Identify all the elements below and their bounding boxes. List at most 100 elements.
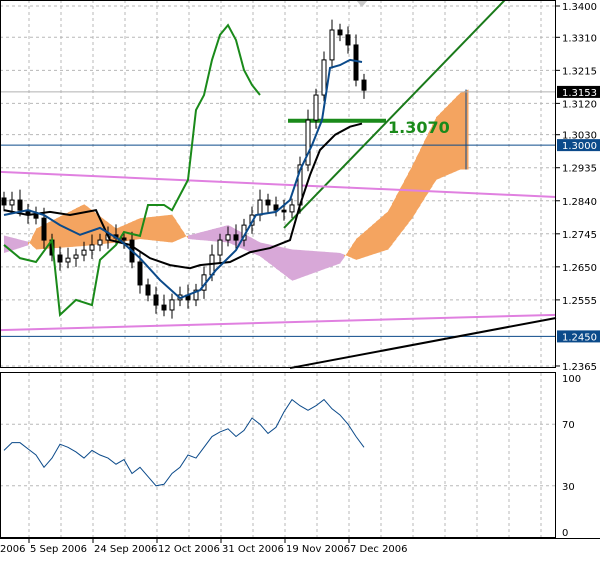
candle-bull: [169, 299, 175, 311]
oscillator-tick-label: 30: [562, 482, 575, 493]
candle-bear: [233, 234, 239, 241]
cloud-segment-bullish: [396, 188, 401, 240]
cloud-segment-bearish: [20, 239, 25, 248]
cloud-segment-bearish: [208, 229, 213, 242]
candle-bear: [17, 199, 23, 211]
cloud-segment-bearish: [324, 251, 329, 270]
price-badge-label: 1.3000: [562, 141, 597, 152]
cloud-segment-bullish: [364, 228, 369, 258]
price-tick-label: 1.2935: [562, 164, 597, 175]
cloud-segment-bearish: [256, 240, 261, 257]
cloud-segment-bullish: [80, 204, 85, 247]
candle-bear: [137, 261, 143, 286]
cloud-segment-bearish: [320, 251, 325, 271]
cloud-segment-bearish: [264, 243, 269, 263]
chart-window[interactable]: 1.3070 1.34001.33101.32151.31201.30301.2…: [0, 0, 600, 558]
cloud-segment-bearish: [328, 252, 333, 268]
cloud-segment-bullish: [160, 215, 165, 242]
time-tick-label: 12 Oct 2006: [158, 544, 220, 555]
cloud-segment-bearish: [292, 249, 297, 281]
candle-bear: [161, 304, 167, 311]
candle-bull: [97, 239, 103, 246]
cloud-segment-bearish: [300, 250, 305, 278]
cloud-segment-bullish: [84, 204, 89, 246]
cloud-segment-bullish: [404, 173, 409, 229]
price-tick-label: 1.2650: [562, 263, 597, 274]
candle-bear: [337, 29, 343, 36]
cloud-segment-bullish: [132, 219, 137, 241]
cloud-segment-bullish: [444, 105, 449, 177]
candle-bull: [289, 204, 295, 213]
oscillator-tick-label: 0: [562, 528, 568, 539]
price-tick-label: 1.2555: [562, 296, 597, 307]
cloud-segment-bullish: [456, 92, 461, 172]
cloud-segment-bullish: [368, 225, 373, 256]
candle-bear: [281, 209, 287, 213]
cloud-segment-bearish: [316, 251, 321, 273]
cloud-segment-bearish: [12, 237, 17, 251]
cloud-segment-bearish: [284, 247, 289, 278]
cloud-segment-bearish: [332, 252, 337, 267]
price-tick-label: 1.2365: [562, 362, 597, 373]
time-tick-label: 19 Nov 2006: [286, 544, 350, 555]
cloud-segment-bearish: [336, 252, 341, 265]
price-tick-label: 1.3310: [562, 33, 597, 44]
cloud-segment-bullish: [448, 101, 453, 175]
cloud-segment-bullish: [408, 165, 413, 224]
cloud-segment-bullish: [380, 214, 385, 253]
time-tick-label: 31 Oct 2006: [222, 544, 284, 555]
cloud-segment-bullish: [152, 216, 157, 241]
price-tick-label: 1.3215: [562, 66, 597, 77]
cloud-segment-bullish: [388, 203, 393, 250]
candle-bull: [9, 199, 15, 206]
candle-bear: [345, 34, 351, 46]
price-tick-label: 1.3400: [562, 2, 597, 13]
oscillator-tick-label: 100: [562, 374, 581, 385]
level-label: 1.3070: [388, 118, 450, 137]
cloud-segment-bullish: [424, 133, 429, 200]
cloud-segment-bullish: [156, 215, 161, 242]
cloud-segment-bullish: [412, 157, 417, 219]
candle-bull: [65, 257, 71, 263]
candle-bear: [145, 284, 151, 296]
candle-bear: [1, 197, 7, 206]
time-tick-label: 2006: [0, 544, 25, 555]
time-tick-label: 5 Sep 2006: [30, 544, 87, 555]
cloud-segment-bearish: [16, 238, 21, 250]
cloud-segment-bearish: [304, 250, 309, 277]
candle-bull: [321, 59, 327, 96]
background: [0, 0, 600, 558]
cloud-segment-bullish: [452, 97, 457, 173]
candle-bull: [73, 254, 79, 259]
candle-bull: [225, 234, 231, 241]
cloud-segment-bullish: [376, 218, 381, 254]
cloud-segment-bearish: [296, 249, 301, 280]
price-tick-label: 1.2745: [562, 230, 597, 241]
cloud-segment-bullish: [416, 149, 421, 212]
price-badge-label: 1.2450: [562, 332, 597, 343]
cloud-segment-bullish: [164, 215, 169, 243]
cloud-segment-bearish: [212, 228, 217, 242]
cloud-segment-bullish: [56, 216, 61, 249]
candle-bear: [273, 204, 279, 211]
cloud-segment-bullish: [372, 221, 377, 255]
candle-bear: [121, 237, 127, 241]
candle-bull: [89, 244, 95, 251]
cloud-segment-bearish: [280, 246, 285, 275]
candle-bear: [353, 44, 359, 81]
cloud-segment-bearish: [276, 245, 281, 272]
cloud-segment-bearish: [204, 230, 209, 241]
cloud-segment-bullish: [356, 235, 361, 260]
oscillator-tick-label: 70: [562, 420, 575, 431]
price-tick-label: 1.2840: [562, 197, 597, 208]
candle-bull: [329, 29, 335, 61]
cloud-segment-bullish: [392, 196, 397, 245]
cloud-segment-bullish: [420, 141, 425, 206]
candle-bull: [217, 239, 223, 256]
cloud-segment-bearish: [288, 248, 293, 281]
cloud-segment-bearish: [248, 235, 253, 253]
candle-bull: [313, 94, 319, 121]
cloud-segment-bearish: [308, 250, 313, 275]
candle-bear: [265, 199, 271, 206]
candle-bear: [41, 217, 47, 241]
